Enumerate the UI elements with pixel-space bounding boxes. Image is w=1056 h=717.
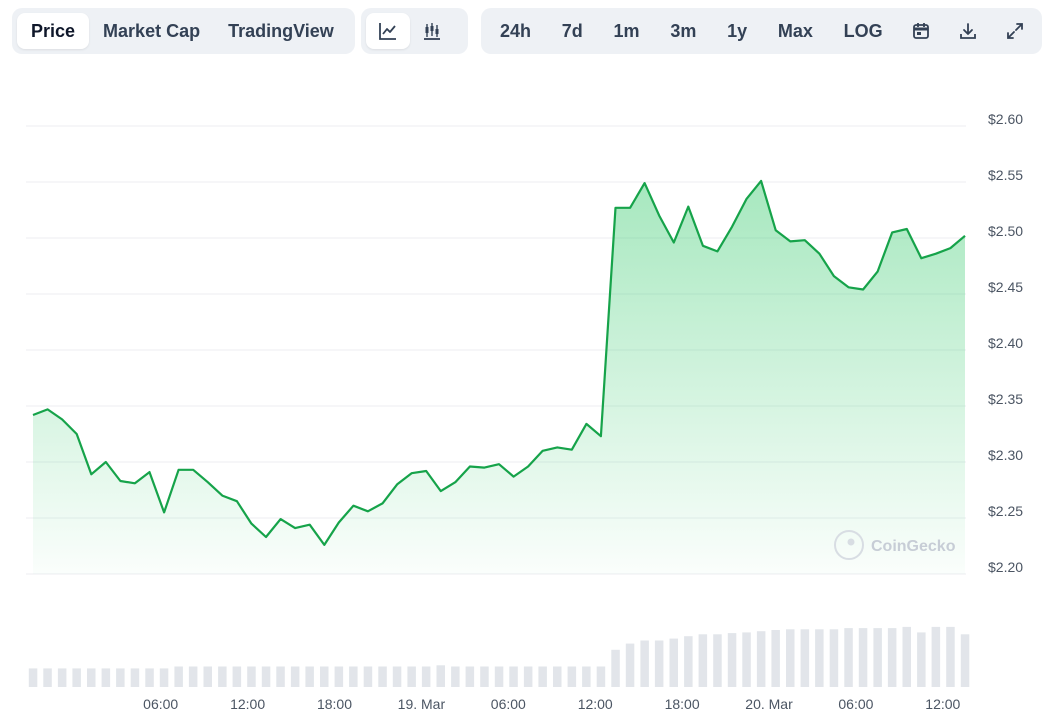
volume-bar — [858, 628, 868, 687]
volume-bar — [538, 666, 547, 687]
price-chart: $2.20 $2.25 $2.30 $2.35 $2.40 $2.45 $2.50 $2.55… — [26, 111, 1023, 712]
volume-bar — [727, 633, 737, 687]
x-tick-label: 06:00 — [143, 696, 178, 712]
volume-bar — [713, 634, 722, 687]
volume-bar — [669, 638, 678, 687]
volume-bar — [334, 666, 344, 687]
volume-bar — [261, 666, 271, 687]
volume-bar — [887, 628, 897, 687]
volume-bar — [611, 649, 620, 687]
volume-bar — [596, 666, 606, 687]
x-tick-label: 18:00 — [317, 696, 352, 712]
volume-bar — [946, 626, 955, 687]
volume-bar — [509, 666, 518, 687]
volume-bar — [771, 630, 780, 687]
x-tick-label: 19. Mar — [398, 696, 446, 712]
x-tick-label: 12:00 — [230, 696, 265, 712]
y-tick-label: $2.20 — [988, 559, 1023, 575]
volume-bar — [130, 668, 140, 687]
volume-bar — [436, 665, 445, 687]
volume-bar — [378, 666, 387, 687]
x-tick-label: 12:00 — [578, 696, 613, 712]
volume-bar — [57, 668, 67, 687]
volume-bar — [87, 668, 96, 687]
volume-bar — [290, 666, 300, 687]
x-axis-labels: 06:00 12:00 18:00 19. Mar 06:00 12:00 18:00 20.… — [143, 696, 960, 712]
y-tick-label: $2.35 — [988, 391, 1023, 407]
volume-bar — [203, 666, 212, 687]
y-tick-label: $2.50 — [988, 223, 1023, 239]
volume-bar — [567, 666, 577, 687]
y-tick-label: $2.55 — [988, 167, 1023, 183]
volume-bar — [523, 666, 533, 687]
volume-bar — [451, 666, 460, 687]
volume-bar — [786, 629, 795, 687]
volume-bar — [145, 668, 154, 687]
gecko-logo-eye — [847, 538, 855, 546]
volume-bar — [218, 666, 227, 687]
volume-bar — [407, 666, 416, 687]
volume-bar — [421, 666, 431, 687]
x-tick-label: 12:00 — [925, 696, 960, 712]
volume-bar — [829, 629, 839, 687]
x-tick-label: 18:00 — [665, 696, 700, 712]
x-tick-label: 06:00 — [491, 696, 526, 712]
volume-bar — [494, 666, 504, 687]
volume-bar — [276, 666, 285, 687]
volume-bar — [640, 640, 649, 687]
volume-bar — [625, 643, 635, 687]
y-tick-label: $2.60 — [988, 111, 1023, 127]
volume-bar — [349, 666, 358, 687]
volume-bars — [28, 626, 970, 687]
volume-bar — [917, 632, 926, 687]
volume-bar — [873, 628, 882, 687]
volume-bar — [159, 668, 169, 687]
volume-bar — [363, 666, 373, 687]
volume-bar — [844, 628, 853, 687]
volume-bar — [101, 668, 111, 687]
volume-bar — [698, 634, 708, 687]
volume-bar — [684, 636, 693, 687]
price-area — [32, 179, 966, 574]
volume-bar — [815, 629, 824, 687]
volume-bar — [553, 666, 562, 687]
volume-bar — [902, 626, 911, 687]
y-tick-label: $2.45 — [988, 279, 1023, 295]
volume-bar — [582, 666, 591, 687]
volume-bar — [756, 631, 766, 687]
watermark-text: CoinGecko — [871, 538, 956, 555]
volume-bar — [392, 666, 402, 687]
x-tick-label: 20. Mar — [745, 696, 793, 712]
volume-bar — [305, 666, 314, 687]
y-tick-label: $2.25 — [988, 503, 1023, 519]
volume-bar — [480, 666, 489, 687]
volume-bar — [465, 666, 475, 687]
volume-bar — [654, 640, 664, 687]
y-axis-labels: $2.20 $2.25 $2.30 $2.35 $2.40 $2.45 $2.50 $2.55… — [988, 111, 1023, 575]
volume-bar — [960, 634, 970, 687]
volume-bar — [800, 629, 810, 687]
volume-bar — [232, 666, 242, 687]
volume-bar — [28, 668, 38, 687]
volume-bar — [320, 666, 329, 687]
y-tick-label: $2.30 — [988, 447, 1023, 463]
volume-bar — [116, 668, 125, 687]
volume-bar — [742, 632, 751, 687]
volume-bar — [72, 668, 81, 687]
y-tick-label: $2.40 — [988, 335, 1023, 351]
volume-bar — [188, 666, 198, 687]
volume-bar — [174, 666, 183, 687]
volume-bar — [43, 668, 52, 687]
price-area-fill — [33, 180, 965, 574]
volume-bar — [247, 666, 256, 687]
x-tick-label: 06:00 — [838, 696, 873, 712]
volume-bar — [931, 626, 941, 687]
